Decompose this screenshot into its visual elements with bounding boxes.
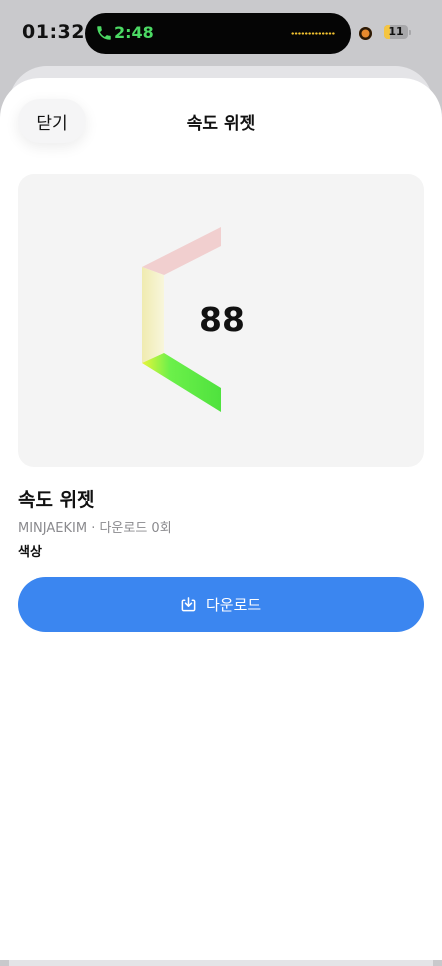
gauge-segment-bottom (142, 353, 221, 412)
color-label: 색상 (18, 545, 42, 560)
phone-icon (97, 26, 111, 40)
recording-indicator-icon (359, 27, 372, 40)
download-icon (181, 597, 196, 612)
widget-author-downloads: MINJAEKIM · 다운로드 0회 (18, 521, 172, 536)
gauge-segment-top (142, 227, 221, 275)
download-button[interactable]: 다운로드 (18, 577, 424, 632)
widget-preview: 88 (18, 174, 424, 467)
widget-detail-sheet: 닫기 속도 위젯 88 속도 위젯 MINJAEKIM · 다운로드 0회 색상 (0, 78, 442, 960)
audio-waveform-icon (291, 32, 335, 35)
battery-cap (409, 30, 411, 35)
call-duration: 2:48 (114, 23, 154, 42)
gauge-segment-middle (142, 267, 164, 363)
status-bar: 01:32 2:48 11 (0, 0, 442, 66)
speed-value: 88 (199, 300, 245, 339)
sheet-title: 속도 위젯 (186, 114, 256, 134)
battery-percentage: 11 (388, 25, 404, 38)
status-time: 01:32 (22, 21, 85, 43)
download-label: 다운로드 (206, 596, 262, 614)
dynamic-island[interactable]: 2:48 (85, 13, 351, 54)
widget-title: 속도 위젯 (18, 489, 95, 511)
battery-icon: 11 (384, 25, 408, 39)
